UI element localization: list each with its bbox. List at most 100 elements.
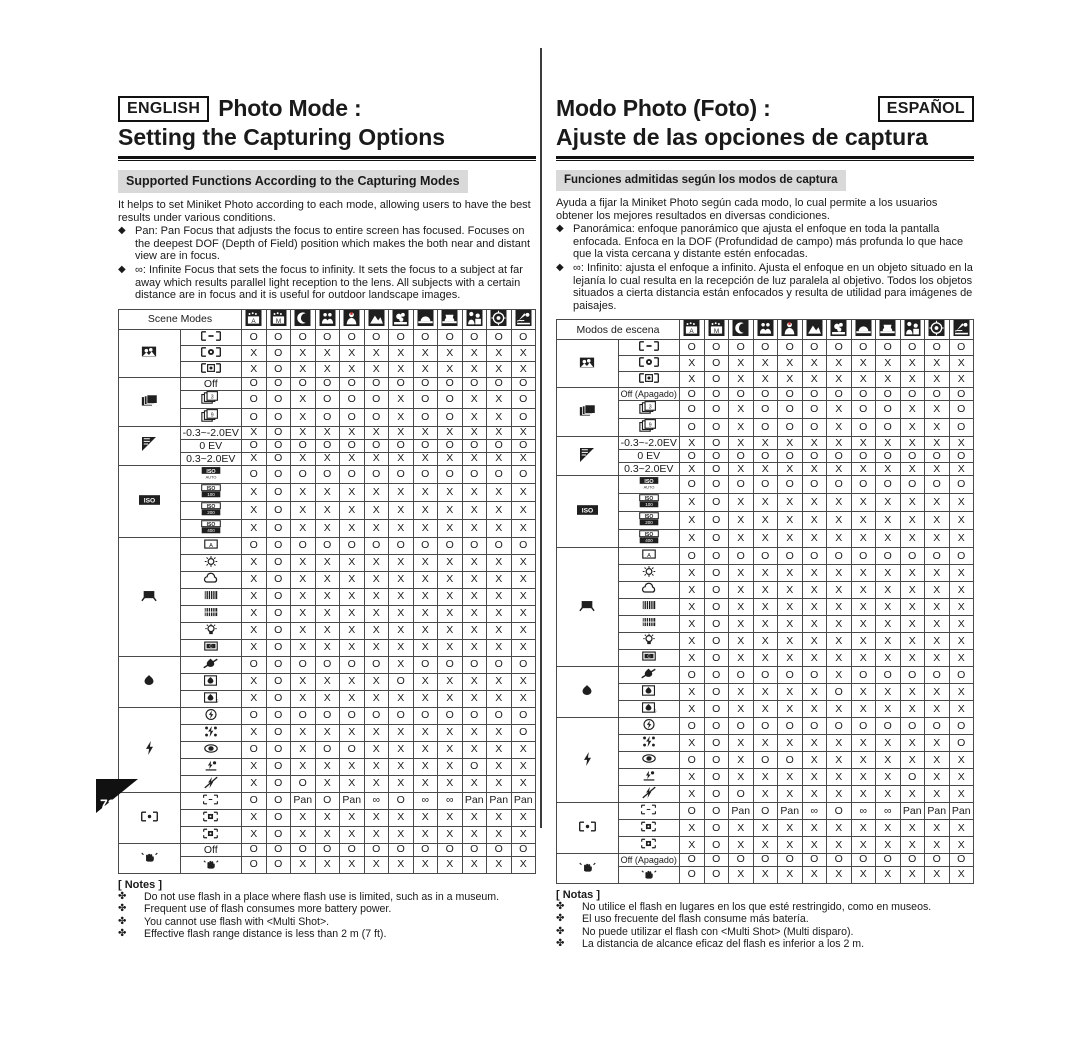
cell-iso-2: X: [290, 500, 316, 520]
cell-iso-11: O: [510, 464, 536, 484]
cell-flash-11: X: [510, 774, 536, 793]
cell-af-mode-2: X: [728, 836, 754, 855]
cell-stabilizer-7: X: [412, 855, 438, 874]
cell-focus-11: X: [948, 700, 974, 719]
cell-focus-0: X: [241, 689, 267, 708]
cell-af-mode-7: X: [850, 819, 876, 838]
cell-af-mode-5: ∞: [801, 802, 827, 821]
cell-focus-11: X: [948, 683, 974, 702]
cell-flash-1: O: [265, 757, 291, 776]
cell-flash-0: X: [241, 723, 267, 742]
cell-exposure-value-0: X: [679, 462, 705, 477]
cell-flash-5: X: [363, 774, 389, 793]
cell-af-mode-2: X: [290, 825, 316, 844]
cell-multi-shot-8: O: [875, 387, 901, 402]
cell-iso-7: X: [850, 493, 876, 513]
row-label-af-spot: [179, 825, 242, 844]
cell-iso-1: O: [265, 482, 291, 502]
cell-white-balance-7: X: [850, 598, 876, 617]
row-label-af-spot: [617, 836, 680, 855]
row-label--o-: [617, 371, 680, 389]
group-metering-icon: [556, 339, 619, 389]
row-label-custom: C: [617, 649, 680, 668]
cell-white-balance-8: X: [437, 587, 463, 606]
cell-focus-4: X: [777, 683, 803, 702]
cell-flash-11: O: [948, 734, 974, 753]
cell-metering-10: X: [924, 371, 950, 389]
cell-flash-10: X: [486, 774, 512, 793]
cell-iso-8: X: [437, 500, 463, 520]
cell-exposure-value-5: X: [801, 436, 827, 451]
cell-exposure-value-0: O: [679, 449, 705, 464]
cell-metering-6: O: [826, 339, 852, 357]
cell-stabilizer-10: X: [486, 855, 512, 874]
capability-matrix-english: Scene Modes A M O O O O O O O O O O O O X O X X X X X X X X X X X O X…: [118, 308, 536, 874]
cell-white-balance-0: O: [679, 547, 705, 566]
cell-white-balance-5: X: [801, 581, 827, 600]
cell-exposure-value-5: O: [801, 449, 827, 464]
cell-flash-7: X: [412, 723, 438, 742]
cell-white-balance-10: X: [486, 604, 512, 623]
cell-flash-4: O: [777, 751, 803, 770]
cell-focus-1: O: [703, 683, 729, 702]
row-label-off: Off: [179, 376, 242, 391]
page-title-english: Photo Mode :: [218, 95, 362, 121]
cell-stabilizer-9: O: [461, 842, 487, 857]
cell-stabilizer-0: O: [241, 855, 267, 874]
svg-text:ISO: ISO: [582, 508, 593, 515]
cell-white-balance-5: X: [801, 615, 827, 634]
cell-white-balance-3: X: [752, 581, 778, 600]
cell-flash-5: X: [363, 740, 389, 759]
cell-flash-5: X: [363, 757, 389, 776]
cell-white-balance-3: X: [752, 632, 778, 651]
cell-iso-9: X: [899, 493, 925, 513]
row-label-macro: [179, 672, 242, 691]
cell-metering-5: O: [801, 339, 827, 357]
svg-text:3: 3: [649, 405, 652, 411]
cell-white-balance-1: O: [703, 564, 729, 583]
row-label-fluorescent-h: [179, 587, 242, 606]
cell-metering-0: X: [241, 360, 267, 378]
cell-af-mode-7: ∞: [850, 802, 876, 821]
cell-iso-9: O: [899, 475, 925, 495]
table-row: OOOOOOOOOOOO: [118, 706, 536, 793]
cell-multi-shot-8: O: [437, 407, 463, 427]
table-row: 0 EV O O O O O O O O O O O O: [119, 438, 536, 453]
cell-flash-3: X: [752, 734, 778, 753]
cell-multi-shot-1: O: [703, 400, 729, 420]
cell-focus-0: X: [679, 700, 705, 719]
row-label-0-3-2-0ev: 0.3~2.0EV: [617, 462, 680, 477]
cell-flash-8: X: [875, 734, 901, 753]
cell-af-mode-5: X: [801, 819, 827, 838]
table-row: XOXXXXXXXXXO: [557, 734, 974, 753]
group-white-balance-icon: [556, 547, 619, 668]
cell-iso-1: O: [265, 518, 291, 538]
cell-flash-10: X: [486, 740, 512, 759]
cell-white-balance-10: X: [924, 615, 950, 634]
cell-exposure-value-10: X: [924, 462, 950, 477]
cell-flash-8: X: [437, 757, 463, 776]
note-item: ✤ No puede utilizar el flash con <Multi …: [556, 926, 974, 938]
cell-white-balance-6: O: [826, 547, 852, 566]
cell-flash-9: X: [899, 751, 925, 770]
cell-focus-10: O: [486, 655, 512, 674]
cell-metering-1: O: [265, 344, 291, 362]
cell-multi-shot-5: O: [801, 418, 827, 438]
cell-multi-shot-4: O: [339, 407, 365, 427]
scene-mode-landscape-icon: [801, 319, 827, 341]
cell-multi-shot-3: O: [752, 418, 778, 438]
cell-exposure-value-8: O: [437, 438, 463, 453]
cell-white-balance-4: X: [777, 598, 803, 617]
table-row: XOXXXXXXXOXX: [119, 757, 536, 776]
header-rule-thin: [118, 160, 536, 161]
cell-stabilizer-8: O: [875, 853, 901, 867]
cell-exposure-value-8: O: [875, 449, 901, 464]
group-af-mode-icon: [556, 802, 619, 855]
svg-text:A: A: [252, 318, 257, 325]
cell-iso-2: O: [290, 464, 316, 484]
cell-exposure-value-7: O: [850, 449, 876, 464]
section-banner-spanish: Funciones admitidas según los modos de c…: [556, 170, 846, 191]
table-row: 3OOXOOOXOOXXO: [119, 389, 536, 409]
cell-white-balance-8: X: [437, 553, 463, 572]
cell-exposure-value-6: O: [388, 438, 414, 453]
